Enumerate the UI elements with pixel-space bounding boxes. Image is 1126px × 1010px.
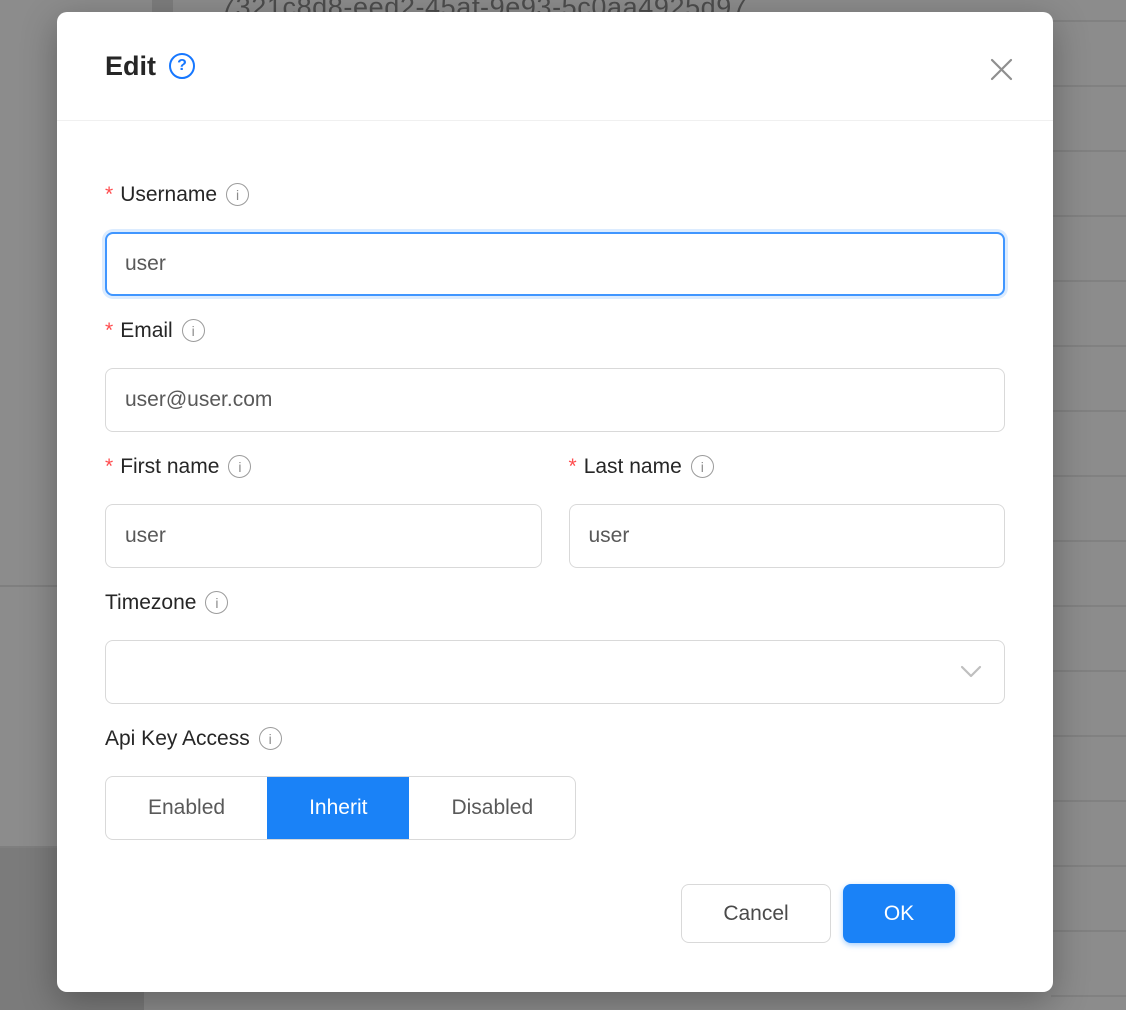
timezone-select[interactable]	[105, 640, 1005, 704]
required-marker: *	[105, 454, 113, 479]
edit-modal: Edit ? * Username i * Email	[57, 12, 1053, 992]
required-marker: *	[105, 318, 113, 343]
username-input[interactable]	[105, 232, 1005, 296]
first-name-label: * First name i	[105, 454, 542, 479]
modal-header: Edit ?	[57, 12, 1053, 121]
api-key-access-label-text: Api Key Access	[105, 727, 250, 751]
cancel-button[interactable]: Cancel	[681, 884, 831, 943]
info-circle-icon[interactable]: i	[691, 455, 714, 478]
close-button[interactable]	[988, 56, 1015, 83]
timezone-field-group: Timezone i	[105, 590, 1005, 704]
name-fields-row: * First name i * Last name i	[105, 454, 1005, 568]
username-field-group: * Username i	[105, 182, 1005, 296]
email-input[interactable]	[105, 368, 1005, 432]
email-label: * Email i	[105, 318, 1005, 343]
info-circle-icon[interactable]: i	[226, 183, 249, 206]
chevron-down-icon	[959, 664, 983, 680]
email-label-text: Email	[120, 319, 173, 343]
last-name-input[interactable]	[569, 504, 1006, 568]
required-marker: *	[105, 182, 113, 207]
api-key-access-option-inherit[interactable]: Inherit	[267, 777, 409, 839]
close-icon	[988, 71, 1015, 86]
modal-body: * Username i * Email i * First name i	[57, 121, 1053, 943]
username-label: * Username i	[105, 182, 1005, 207]
api-key-access-label: Api Key Access i	[105, 726, 1005, 751]
info-circle-icon[interactable]: i	[259, 727, 282, 750]
first-name-field-group: * First name i	[105, 454, 542, 568]
info-circle-icon[interactable]: i	[205, 591, 228, 614]
last-name-label-text: Last name	[584, 455, 682, 479]
api-key-access-radio-group: Enabled Inherit Disabled	[105, 776, 576, 840]
last-name-field-group: * Last name i	[569, 454, 1006, 568]
info-circle-icon[interactable]: i	[182, 319, 205, 342]
question-circle-icon[interactable]: ?	[169, 53, 195, 79]
required-marker: *	[569, 454, 577, 479]
email-field-group: * Email i	[105, 318, 1005, 432]
modal-footer: Cancel OK	[105, 884, 1005, 943]
modal-title: Edit	[105, 51, 156, 82]
api-key-access-field-group: Api Key Access i Enabled Inherit Disable…	[105, 726, 1005, 840]
ok-button[interactable]: OK	[843, 884, 955, 943]
last-name-label: * Last name i	[569, 454, 1006, 479]
first-name-input[interactable]	[105, 504, 542, 568]
timezone-label-text: Timezone	[105, 591, 196, 615]
info-circle-icon[interactable]: i	[228, 455, 251, 478]
api-key-access-option-disabled[interactable]: Disabled	[409, 777, 575, 839]
username-label-text: Username	[120, 183, 217, 207]
first-name-label-text: First name	[120, 455, 219, 479]
timezone-label: Timezone i	[105, 590, 1005, 615]
api-key-access-option-enabled[interactable]: Enabled	[106, 777, 267, 839]
